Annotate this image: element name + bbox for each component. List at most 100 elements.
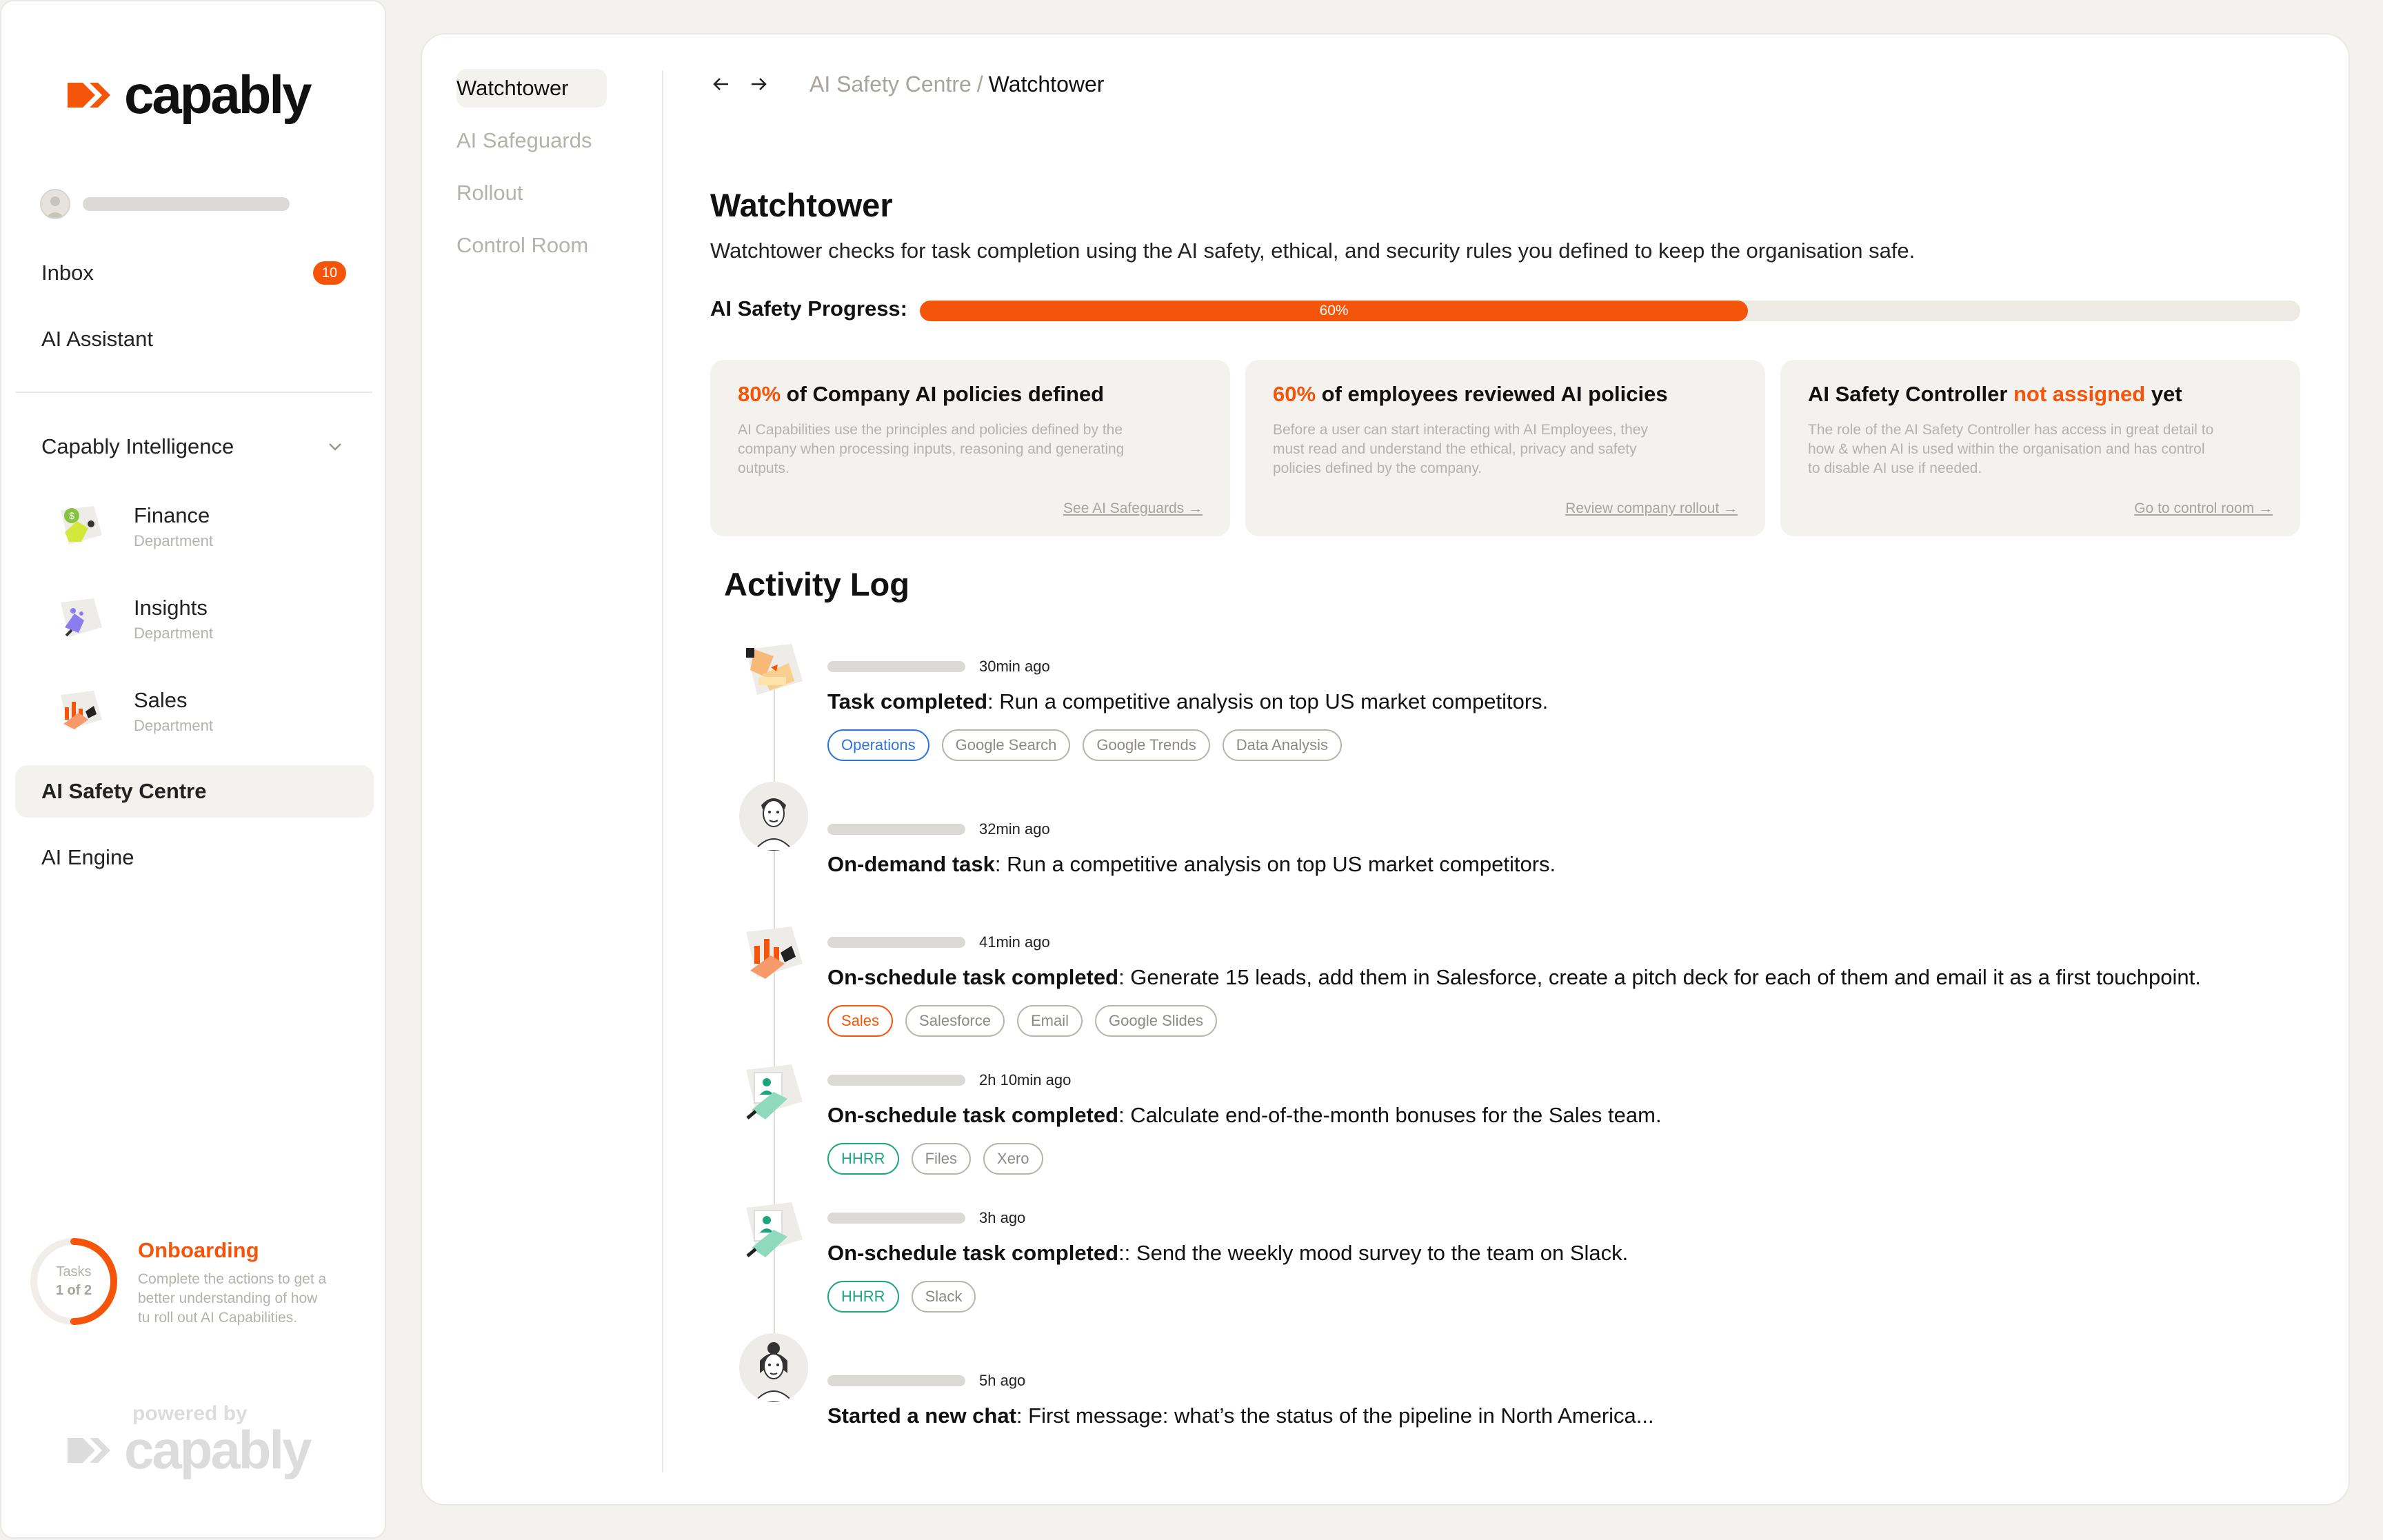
dept-sub: Department <box>134 532 213 549</box>
tag-google-search[interactable]: Google Search <box>941 729 1071 761</box>
onboarding-progress-ring: Tasks 1 of 2 <box>28 1235 120 1328</box>
breadcrumb-parent[interactable]: AI Safety Centre <box>810 72 972 97</box>
section-label: Capably Intelligence <box>41 434 234 458</box>
sales-icon <box>61 691 102 729</box>
nav-ai-safety-centre[interactable]: AI Safety Centre <box>41 779 206 804</box>
dept-sub: Department <box>134 717 213 734</box>
sidebar-item-insights[interactable]: Insights Department <box>54 593 343 645</box>
capably-logo[interactable]: capably <box>68 63 312 126</box>
user-name-placeholder <box>83 197 290 211</box>
entry-text: On-schedule task completed:: Send the we… <box>827 1241 1628 1266</box>
subnav-rollout[interactable]: Rollout <box>456 181 523 205</box>
card-desc-line: must read and understand the ethical, pr… <box>1273 441 1637 457</box>
review-company-rollout-link[interactable]: Review company rollout → <box>1565 500 1738 517</box>
activity-entry[interactable]: 2h 10min ago On-schedule task completed:… <box>827 1071 1662 1175</box>
onboarding-desc: Complete the actions to get a better und… <box>138 1270 326 1328</box>
finance-icon: $ <box>61 506 102 545</box>
user-profile[interactable] <box>40 189 290 219</box>
nav-ai-assistant[interactable]: AI Assistant <box>41 327 153 352</box>
entry-description: : Calculate end-of-the-month bonuses for… <box>1118 1103 1662 1127</box>
section-capably-intelligence[interactable]: Capably Intelligence <box>41 434 345 459</box>
card-desc-line: The role of the AI Safety Controller has… <box>1808 422 2214 438</box>
capably-logo-mark-icon <box>68 82 110 108</box>
dept-sub: Department <box>134 625 213 642</box>
hhrr-agent-icon <box>746 1064 803 1119</box>
activity-entry[interactable]: 5h ago Started a new chat: First message… <box>827 1372 1654 1428</box>
entry-meta: 3h ago <box>827 1209 1628 1227</box>
inbox-count-badge: 10 <box>313 261 346 285</box>
tag-google-slides[interactable]: Google Slides <box>1095 1005 1217 1037</box>
user-name-placeholder <box>827 1213 965 1224</box>
breadcrumb-current: Watchtower <box>988 72 1105 97</box>
hhrr-agent-icon <box>746 1202 803 1257</box>
onboarding-widget[interactable]: Tasks 1 of 2 Onboarding Complete the act… <box>28 1235 359 1328</box>
onboarding-desc-line: Complete the actions to get a <box>138 1271 327 1287</box>
entry-type: On-schedule task completed <box>827 965 1119 989</box>
card-title: AI Safety Controller not assigned yet <box>1808 382 2273 407</box>
sales-agent-icon <box>746 926 803 979</box>
tag-files[interactable]: Files <box>911 1143 972 1175</box>
nav-ai-engine[interactable]: AI Engine <box>41 845 134 870</box>
nav-inbox[interactable]: Inbox <box>41 261 94 285</box>
main-panel: Watchtower AI Safeguards Rollout Control… <box>421 33 2350 1506</box>
tag-xero[interactable]: Xero <box>983 1143 1043 1175</box>
tag-slack[interactable]: Slack <box>911 1281 976 1313</box>
history-nav <box>710 73 770 95</box>
arrow-left-icon[interactable] <box>710 73 732 95</box>
card-title-text: AI Safety Controller <box>1808 382 2013 406</box>
activity-entry[interactable]: 3h ago On-schedule task completed:: Send… <box>827 1209 1628 1313</box>
entry-time: 5h ago <box>979 1372 1026 1389</box>
sidebar-item-finance[interactable]: $ Finance Department <box>54 500 343 553</box>
chevron-down-icon <box>329 443 341 451</box>
onboarding-desc-line: tu roll out AI Capabilities. <box>138 1310 298 1326</box>
entry-meta: 30min ago <box>827 658 1548 676</box>
see-ai-safeguards-link[interactable]: See AI Safeguards → <box>1063 500 1203 517</box>
card-desc-line: company when processing inputs, reasonin… <box>738 441 1125 457</box>
tag-google-trends[interactable]: Google Trends <box>1083 729 1210 761</box>
card-safety-controller: AI Safety Controller not assigned yet Th… <box>1780 360 2300 536</box>
subnav-ai-safeguards[interactable]: AI Safeguards <box>456 128 592 153</box>
woman-avatar-icon <box>739 1333 808 1402</box>
entry-description: : First message: what’s the status of th… <box>1016 1404 1654 1428</box>
activity-entry[interactable]: 41min ago On-schedule task completed: Ge… <box>827 933 2201 1037</box>
card-description: The role of the AI Safety Controller has… <box>1808 421 2273 478</box>
entry-description: : Generate 15 leads, add them in Salesfo… <box>1118 965 2201 989</box>
entry-description: : Run a competitive analysis on top US m… <box>987 689 1549 713</box>
go-to-control-room-link[interactable]: Go to control room → <box>2134 500 2273 517</box>
card-highlight: not assigned <box>2013 382 2146 406</box>
card-desc-line: Before a user can start interacting with… <box>1273 422 1648 438</box>
entry-text: On-schedule task completed: Generate 15 … <box>827 965 2201 990</box>
entry-type: Started a new chat <box>827 1404 1016 1428</box>
tag-salesforce[interactable]: Salesforce <box>905 1005 1005 1037</box>
powered-by-logo: powered by capably <box>68 1402 312 1481</box>
page-title: Watchtower <box>710 187 893 223</box>
onboarding-title: Onboarding <box>138 1238 259 1262</box>
activity-entry[interactable]: 32min ago On-demand task: Run a competit… <box>827 820 1556 877</box>
subnav-watchtower[interactable]: Watchtower <box>456 76 569 101</box>
sidebar-item-sales[interactable]: Sales Department <box>54 685 343 738</box>
user-avatar-icon <box>46 196 65 218</box>
entry-text: On-demand task: Run a competitive analys… <box>827 852 1556 877</box>
subnav-control-room[interactable]: Control Room <box>456 233 588 258</box>
arrow-right-icon[interactable] <box>747 73 770 95</box>
entry-tags: Operations Google Search Google Trends D… <box>827 729 1548 761</box>
card-desc-line: AI Capabilities use the principles and p… <box>738 422 1123 438</box>
tag-data-analysis[interactable]: Data Analysis <box>1222 729 1342 761</box>
avatar <box>739 782 808 851</box>
card-highlight: 60% <box>1273 382 1316 406</box>
sidebar-divider <box>15 392 372 393</box>
insights-icon <box>61 598 102 637</box>
card-desc-line: outputs. <box>738 460 790 476</box>
tag-hhrr[interactable]: HHRR <box>827 1281 899 1313</box>
tag-hhrr[interactable]: HHRR <box>827 1143 899 1175</box>
tag-operations[interactable]: Operations <box>827 729 929 761</box>
breadcrumb: AI Safety Centre / Watchtower <box>810 72 1104 97</box>
entry-time: 30min ago <box>979 658 1050 675</box>
activity-entry[interactable]: 30min ago Task completed: Run a competit… <box>827 658 1548 761</box>
tag-sales[interactable]: Sales <box>827 1005 894 1037</box>
card-title-text: yet <box>2145 382 2182 406</box>
logo-wordmark: capably <box>124 64 312 125</box>
card-highlight: 80% <box>738 382 781 406</box>
card-description: Before a user can start interacting with… <box>1273 421 1738 478</box>
tag-email[interactable]: Email <box>1017 1005 1083 1037</box>
